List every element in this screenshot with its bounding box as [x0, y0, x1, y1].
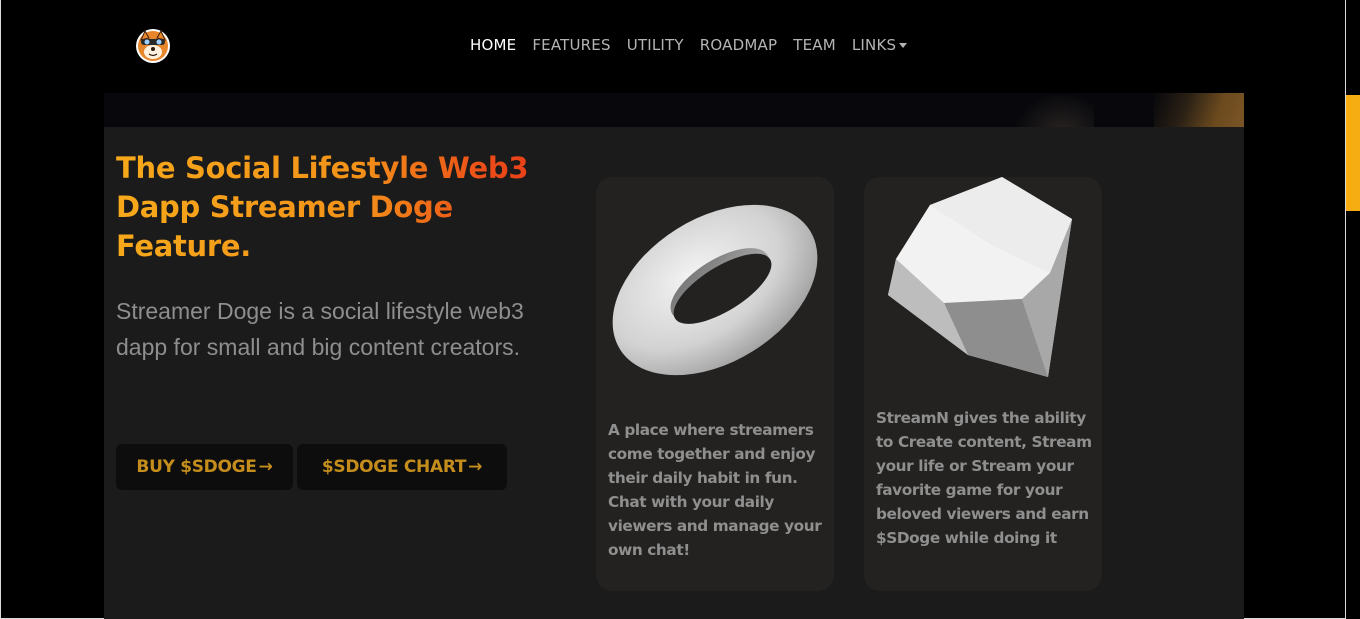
nav-item-roadmap[interactable]: ROADMAP [700, 36, 777, 54]
buy-sdoge-button[interactable]: BUY $SDOGE → [116, 444, 293, 490]
card-stream-text: StreamN gives the ability to Create cont… [876, 409, 1092, 547]
card-chat-text: A place where streamers come together an… [608, 421, 822, 559]
main-nav: HOME FEATURES UTILITY ROADMAP TEAM LINKS [470, 36, 923, 54]
hero-section: The Social Lifestyle Web3 Dapp Streamer … [104, 127, 1244, 619]
gem-3d-icon [888, 177, 1072, 377]
caret-down-icon [899, 43, 908, 48]
hero-subtext: Streamer Doge is a social lifestyle web3… [116, 298, 524, 360]
arrow-right-icon: → [258, 457, 273, 477]
nav-item-links-dropdown[interactable]: LINKS [851, 36, 908, 54]
strip-shadow-decoration [1014, 93, 1094, 127]
nav-item-utility[interactable]: UTILITY [627, 36, 684, 54]
shiba-doge-logo[interactable] [135, 28, 171, 64]
hero-headline: The Social Lifestyle Web3 Dapp Streamer … [116, 149, 556, 266]
feature-card-stream: StreamN gives the ability to Create cont… [864, 177, 1102, 591]
nav-item-features[interactable]: FEATURES [532, 36, 610, 54]
sdoge-chart-label: $SDOGE CHART [321, 457, 467, 477]
nav-item-team[interactable]: TEAM [793, 36, 836, 54]
arrow-right-icon: → [468, 457, 483, 477]
nav-item-links-label: LINKS [851, 36, 897, 54]
torus-3d-icon [612, 204, 818, 376]
strip-glow-decoration [1154, 93, 1244, 127]
nav-item-home[interactable]: HOME [470, 36, 516, 54]
banner-strip [104, 93, 1244, 127]
sdoge-chart-button[interactable]: $SDOGE CHART → [297, 444, 507, 490]
page-frame: HOME FEATURES UTILITY ROADMAP TEAM LINKS… [0, 0, 1346, 619]
scrollbar-thumb[interactable] [1346, 95, 1360, 211]
feature-card-chat: A place where streamers come together an… [596, 177, 834, 591]
buy-sdoge-label: BUY $SDOGE [136, 457, 257, 477]
